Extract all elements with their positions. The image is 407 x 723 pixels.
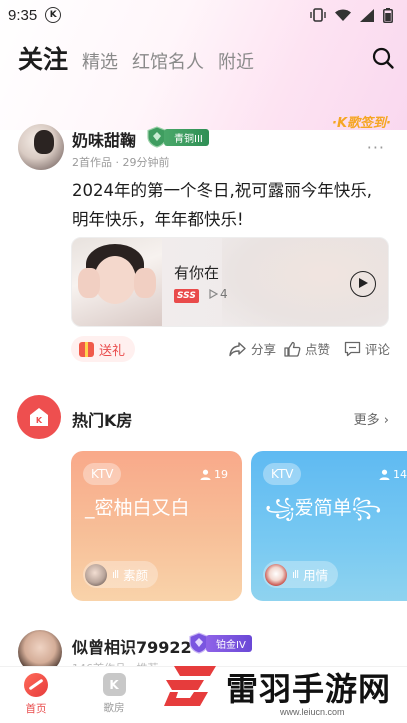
nav-song-room[interactable]: K 歌房 (89, 673, 139, 715)
share-label: 分享 (251, 342, 277, 357)
host-avatar (85, 563, 107, 586)
gift-label: 送礼 (99, 343, 126, 359)
thumbs-up-icon (284, 341, 301, 357)
song-room-icon: K (102, 673, 126, 696)
comment-button[interactable]: 评论 (344, 339, 390, 358)
chevron-right-icon: › (383, 413, 389, 428)
person-icon (200, 469, 211, 480)
watermark-url: www.leiucn.com (280, 707, 345, 717)
post-text: 2024年的第一个冬日,祝可露丽今年快乐, 明年快乐，年年都快乐! (72, 176, 392, 234)
battery-icon (383, 7, 393, 23)
level-badge-label: 铂金IV (206, 634, 252, 652)
svg-text:K: K (36, 416, 43, 425)
song-title: 有你在 (174, 264, 220, 282)
app-notification-icon: K (45, 7, 62, 23)
more-options-icon[interactable]: ··· (367, 138, 385, 157)
play-button[interactable] (350, 271, 376, 297)
search-icon[interactable] (371, 46, 395, 70)
post-meta: 2首作品 · 29分钟前 (72, 156, 170, 169)
tab-nearby[interactable]: 附近 (218, 48, 254, 74)
tab-following[interactable]: 关注 (18, 40, 68, 76)
host-name: 素颜 (123, 568, 149, 583)
watermark: 雷羽手游网 www.leiucn.com (160, 658, 407, 723)
song-card[interactable]: 有你在 SSS 4 (71, 237, 389, 327)
person-icon (379, 469, 390, 480)
k-sign-in-label[interactable]: ·K歌签到· (332, 112, 391, 131)
status-time: 9:35 (8, 6, 38, 24)
post-actions: 送礼 分享 点赞 评论 (71, 336, 391, 362)
post-username[interactable]: 似曾相识79922 (72, 634, 192, 658)
like-button[interactable]: 点赞 (284, 339, 330, 358)
song-cover-image (72, 238, 162, 326)
nav-home[interactable]: 首页 (11, 673, 61, 716)
post-username[interactable]: 奶味甜鞠 (72, 127, 136, 151)
share-icon (229, 341, 246, 356)
gift-button[interactable]: 送礼 (71, 336, 136, 362)
k-room-icon: K (17, 395, 61, 439)
room-count-value: 19 (214, 468, 228, 481)
tab-celebrities[interactable]: 红馆名人 (132, 48, 204, 74)
room-listener-count: 19 (200, 468, 228, 481)
gift-icon (79, 341, 94, 357)
ktv-tag: KTV (263, 463, 302, 485)
ktv-tag: KTV (83, 463, 122, 485)
level-badge: 铂金IV (188, 632, 252, 654)
play-count-icon (209, 289, 218, 299)
vibrate-icon (310, 8, 326, 22)
nav-label: 首页 (25, 703, 47, 715)
section-title: 热门K房 (72, 411, 133, 430)
nav-label: 歌房 (103, 702, 125, 714)
home-icon (24, 673, 48, 697)
post-text-line: 明年快乐，年年都快乐! (72, 210, 244, 229)
status-icons (310, 7, 393, 23)
signal-icon (360, 8, 374, 22)
play-count: 4 (208, 287, 228, 301)
k-room-card[interactable]: KTV 19 _密柚白又白 ıll 素颜 (71, 451, 242, 601)
room-name: _密柚白又白 (85, 497, 190, 519)
level-badge: 青铜III (146, 126, 209, 148)
audio-bars-icon: ıll (292, 568, 299, 581)
wifi-icon (335, 9, 351, 21)
comment-label: 评论 (365, 342, 391, 357)
watermark-text: 雷羽手游网 (226, 670, 392, 708)
tab-featured[interactable]: 精选 (82, 48, 118, 74)
score-grade-badge: SSS (174, 289, 199, 303)
more-link[interactable]: 更多 › (354, 409, 389, 428)
more-label: 更多 (353, 413, 380, 428)
host-avatar (265, 563, 287, 586)
avatar[interactable] (18, 124, 64, 170)
status-bar: 9:35 K (0, 0, 407, 30)
share-button[interactable]: 分享 (229, 339, 276, 358)
watermark-logo-icon (164, 666, 216, 706)
like-label: 点赞 (305, 342, 331, 357)
room-host: ıll 用情 (263, 561, 339, 588)
room-host: ıll 素颜 (83, 561, 159, 588)
level-badge-label: 青铜III (164, 128, 209, 146)
room-listener-count: 14 (379, 468, 407, 481)
room-count-value: 14 (393, 468, 407, 481)
comment-icon (344, 341, 361, 356)
room-name: ꧁爱简单꧂ (265, 497, 382, 519)
audio-bars-icon: ıll (112, 568, 119, 581)
feed-tabs: 关注 精选 红馆名人 附近 (18, 40, 254, 76)
k-room-card[interactable]: KTV 14 ꧁爱简单꧂ ıll 用情 (251, 451, 407, 601)
play-count-value: 4 (220, 287, 228, 301)
post-text-line: 2024年的第一个冬日,祝可露丽今年快乐, (72, 181, 372, 200)
hot-rooms-section: K 热门K房 更多 › KTV 19 _密柚白又白 ıll 素颜 KTV 14 … (0, 395, 407, 605)
host-name: 用情 (303, 568, 329, 583)
